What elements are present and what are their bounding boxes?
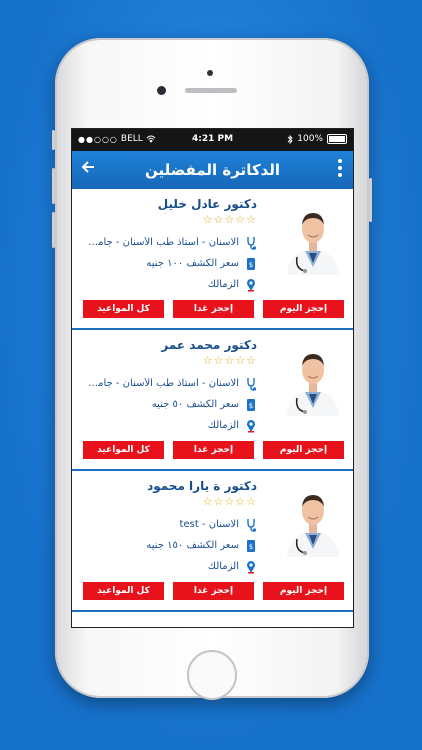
fee-row: $ سعر الكشف ٥٠ جنيه (87, 397, 257, 415)
book-tomorrow-button[interactable]: إحجز غدا (173, 441, 254, 459)
rating-stars: ☆☆☆☆☆ (203, 495, 257, 508)
money-icon: $ (247, 540, 255, 552)
rating-stars: ☆☆☆☆☆ (203, 354, 257, 367)
location-row: الزمالك (87, 418, 257, 436)
money-icon: $ (247, 399, 255, 411)
star-outline-icon: ☆ (246, 213, 257, 226)
front-sensor (207, 70, 213, 76)
specialty-text: الاسنان - أستاذ طب الأسنان - جامعة... (87, 237, 239, 248)
star-outline-icon: ☆ (213, 495, 225, 508)
location-text: الزمالك (207, 420, 239, 431)
location-pin-icon (247, 420, 255, 433)
battery-percent: 100% (297, 134, 323, 144)
mute-switch (52, 130, 55, 150)
location-pin-icon (247, 279, 255, 292)
stethoscope-icon (247, 519, 257, 532)
star-outline-icon: ☆ (224, 213, 236, 226)
book-today-button[interactable]: إحجز اليوم (263, 582, 344, 600)
fee-text: سعر الكشف ١٥٠ جنيه (146, 540, 239, 551)
battery-icon (327, 134, 347, 144)
specialty-text: الاسنان - أستاذ طب الأسنان - جامعة... (87, 378, 239, 389)
star-outline-icon: ☆ (235, 354, 247, 367)
doctor-name[interactable]: دكتور ة يارا محمود (147, 479, 257, 493)
earpiece-speaker (185, 88, 237, 93)
doctor-photo (285, 205, 341, 275)
star-outline-icon: ☆ (224, 354, 236, 367)
fee-text: سعر الكشف ٥٠ جنيه (151, 399, 239, 410)
specialty-row: الاسنان - أستاذ طب الأسنان - جامعة... (87, 376, 257, 394)
star-outline-icon: ☆ (235, 495, 247, 508)
doctor-card[interactable]: دكتور ة يارا محمود ☆☆☆☆☆ الاسنان - test … (72, 471, 353, 612)
status-bar: ●●○○○ BELL 4:21 PM 100% (72, 129, 353, 151)
doctor-card[interactable]: دكتور محمد عمر ☆☆☆☆☆ الاسنان - أستاذ طب … (72, 330, 353, 471)
doctor-list: دكتور عادل خليل ☆☆☆☆☆ الاسنان - أستاذ طب… (72, 189, 353, 627)
location-row: الزمالك (87, 559, 257, 577)
star-outline-icon: ☆ (246, 354, 257, 367)
svg-text:$: $ (249, 261, 253, 269)
svg-text:$: $ (249, 402, 253, 410)
location-text: الزمالك (207, 561, 239, 572)
book-tomorrow-button[interactable]: إحجز غدا (173, 300, 254, 318)
all-appointments-button[interactable]: كل المواعيد (83, 300, 164, 318)
app-header: الدكاترة المفضلين (72, 151, 353, 189)
specialty-row: الاسنان - أستاذ طب الأسنان - جامعة... (87, 235, 257, 253)
all-appointments-button[interactable]: كل المواعيد (83, 582, 164, 600)
fee-text: سعر الكشف ١٠٠ جنيه (146, 258, 239, 269)
book-today-button[interactable]: إحجز اليوم (263, 300, 344, 318)
front-camera (157, 86, 166, 95)
volume-down-button (52, 212, 55, 248)
location-row: الزمالك (87, 277, 257, 295)
page-title: الدكاترة المفضلين (145, 161, 280, 179)
specialty-text: الاسنان - test (179, 519, 239, 530)
star-outline-icon: ☆ (246, 495, 257, 508)
star-outline-icon: ☆ (213, 354, 225, 367)
screen: ●●○○○ BELL 4:21 PM 100% الدكاترة المفضلي… (71, 128, 354, 628)
doctor-photo (285, 487, 341, 557)
back-arrow-icon[interactable] (80, 159, 96, 180)
specialty-row: الاسنان - test (87, 517, 257, 535)
stethoscope-icon (247, 378, 257, 391)
status-right: 100% (287, 134, 347, 144)
location-text: الزمالك (207, 279, 239, 290)
fee-row: $ سعر الكشف ١٥٠ جنيه (87, 538, 257, 556)
fee-row: $ سعر الكشف ١٠٠ جنيه (87, 256, 257, 274)
doctor-photo (285, 346, 341, 416)
rating-stars: ☆☆☆☆☆ (203, 213, 257, 226)
location-pin-icon (247, 561, 255, 574)
book-today-button[interactable]: إحجز اليوم (263, 441, 344, 459)
phone-frame: ●●○○○ BELL 4:21 PM 100% الدكاترة المفضلي… (52, 38, 372, 700)
star-outline-icon: ☆ (224, 495, 236, 508)
volume-up-button (52, 168, 55, 204)
star-outline-icon: ☆ (235, 213, 247, 226)
doctor-name[interactable]: دكتور محمد عمر (161, 338, 257, 352)
money-icon: $ (247, 258, 255, 270)
bluetooth-icon (287, 134, 293, 144)
power-button (369, 178, 372, 222)
home-button[interactable] (187, 650, 237, 700)
book-tomorrow-button[interactable]: إحجز غدا (173, 582, 254, 600)
stethoscope-icon (247, 237, 257, 250)
svg-text:$: $ (249, 543, 253, 551)
all-appointments-button[interactable]: كل المواعيد (83, 441, 164, 459)
star-outline-icon: ☆ (202, 354, 214, 367)
doctor-card[interactable]: دكتور عادل خليل ☆☆☆☆☆ الاسنان - أستاذ طب… (72, 189, 353, 330)
star-outline-icon: ☆ (213, 213, 225, 226)
star-outline-icon: ☆ (202, 495, 214, 508)
star-outline-icon: ☆ (202, 213, 214, 226)
doctor-name[interactable]: دكتور عادل خليل (158, 197, 257, 211)
